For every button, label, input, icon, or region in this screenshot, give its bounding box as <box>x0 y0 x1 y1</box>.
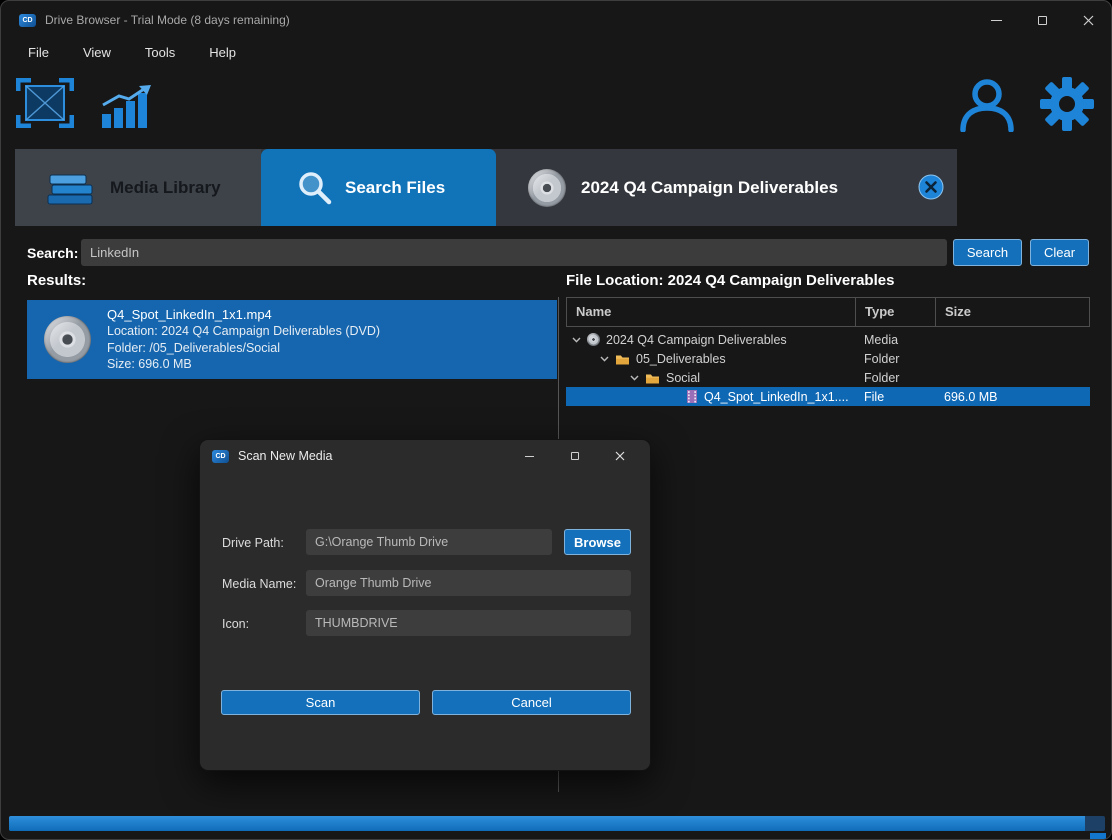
chart-icon[interactable] <box>100 84 152 133</box>
dialog-title: Scan New Media <box>238 449 333 463</box>
tab-media-library[interactable]: Media Library <box>15 149 261 226</box>
menu-file[interactable]: File <box>28 45 49 60</box>
scan-media-icon[interactable] <box>16 78 74 133</box>
dialog-titlebar: CD Scan New Media <box>200 440 650 472</box>
result-item[interactable]: Q4_Spot_LinkedIn_1x1.mp4 Location: 2024 … <box>27 300 557 379</box>
search-input[interactable] <box>81 239 947 266</box>
scan-new-media-dialog: CD Scan New Media Drive Path: Browse Med… <box>199 439 651 771</box>
drive-path-input[interactable] <box>306 529 552 555</box>
column-header-size[interactable]: Size <box>936 298 1089 326</box>
window-title: Drive Browser - Trial Mode (8 days remai… <box>45 13 290 27</box>
disc-icon <box>528 169 566 207</box>
result-folder: Folder: /05_Deliverables/Social <box>107 340 380 357</box>
result-filename: Q4_Spot_LinkedIn_1x1.mp4 <box>107 307 380 324</box>
minimize-icon <box>991 20 1002 21</box>
expander-icon[interactable] <box>630 375 639 381</box>
titlebar: CD Drive Browser - Trial Mode (8 days re… <box>1 1 1111 39</box>
dialog-maximize-button[interactable] <box>552 440 597 472</box>
table-header: Name Type Size <box>566 297 1090 327</box>
tree-row-type: Folder <box>855 371 935 385</box>
window-controls <box>973 1 1111 39</box>
browse-button[interactable]: Browse <box>564 529 631 555</box>
column-header-type[interactable]: Type <box>856 298 936 326</box>
app-logo-icon: CD <box>212 450 229 463</box>
app-logo-text: CD <box>215 453 225 460</box>
results-label: Results: <box>27 272 86 289</box>
icon-label: Icon: <box>222 617 249 631</box>
result-location: Location: 2024 Q4 Campaign Deliverables … <box>107 323 380 340</box>
tree-row[interactable]: 05_Deliverables Folder <box>566 349 1090 368</box>
user-profile-icon[interactable] <box>958 78 1016 137</box>
tab-disc[interactable]: 2024 Q4 Campaign Deliverables <box>496 149 957 226</box>
tab-close-button[interactable] <box>918 174 944 200</box>
media-file-icon <box>686 390 698 403</box>
media-name-input[interactable] <box>306 570 631 596</box>
search-label: Search: <box>27 245 78 261</box>
books-icon <box>45 170 95 206</box>
maximize-icon <box>571 452 579 460</box>
tree-row-label: 2024 Q4 Campaign Deliverables <box>606 333 787 347</box>
tree-row-label: Q4_Spot_LinkedIn_1x1.... <box>704 390 849 404</box>
tree-row-selected[interactable]: Q4_Spot_LinkedIn_1x1.... File 696.0 MB <box>566 387 1090 406</box>
tree-row-size: 696.0 MB <box>935 390 1090 404</box>
dialog-window-controls <box>507 440 650 472</box>
clear-button[interactable]: Clear <box>1030 239 1089 266</box>
column-header-name[interactable]: Name <box>567 298 856 326</box>
tab-search-files-label: Search Files <box>345 178 445 198</box>
file-location-table: Name Type Size 2024 Q4 Campaign Delivera… <box>566 297 1090 406</box>
expander-icon[interactable] <box>600 356 609 362</box>
dialog-close-button[interactable] <box>597 440 642 472</box>
tree-row-label: Social <box>666 371 700 385</box>
tab-search-files[interactable]: Search Files <box>261 149 496 226</box>
tab-close-icon <box>918 174 944 200</box>
minimize-icon <box>525 456 534 457</box>
expander-icon[interactable] <box>572 337 581 343</box>
maximize-button[interactable] <box>1019 1 1065 39</box>
tab-strip: Media Library Search Files 2024 Q4 Campa… <box>15 149 957 226</box>
maximize-icon <box>1038 16 1047 25</box>
tree-row-label: 05_Deliverables <box>636 352 726 366</box>
progress-bar <box>9 816 1105 831</box>
folder-icon <box>615 353 630 365</box>
tab-disc-label: 2024 Q4 Campaign Deliverables <box>581 178 838 198</box>
resize-grip[interactable] <box>1090 833 1106 840</box>
file-location-title: File Location: 2024 Q4 Campaign Delivera… <box>566 272 894 289</box>
tree-row[interactable]: Social Folder <box>566 368 1090 387</box>
tree-row-type: Folder <box>855 352 935 366</box>
app-logo-text: CD <box>22 17 32 24</box>
tree-row-type: File <box>855 390 935 404</box>
app-window: CD Drive Browser - Trial Mode (8 days re… <box>0 0 1112 840</box>
tab-media-library-label: Media Library <box>110 178 221 198</box>
tree-row[interactable]: 2024 Q4 Campaign Deliverables Media <box>566 330 1090 349</box>
menu-bar: File View Tools Help <box>1 39 1111 65</box>
disc-icon <box>44 316 91 363</box>
media-name-label: Media Name: <box>222 577 296 591</box>
tree-row-type: Media <box>855 333 935 347</box>
scan-button[interactable]: Scan <box>221 690 420 715</box>
drive-path-label: Drive Path: <box>222 536 284 550</box>
dialog-minimize-button[interactable] <box>507 440 552 472</box>
menu-tools[interactable]: Tools <box>145 45 175 60</box>
result-size: Size: 696.0 MB <box>107 356 380 373</box>
tree-rows: 2024 Q4 Campaign Deliverables Media 05_D… <box>566 330 1090 406</box>
folder-icon <box>645 372 660 384</box>
close-icon <box>615 451 625 461</box>
disc-icon <box>587 333 600 346</box>
app-logo-icon: CD <box>19 14 36 27</box>
close-icon <box>1083 15 1094 26</box>
magnifier-icon <box>296 170 332 206</box>
minimize-button[interactable] <box>973 1 1019 39</box>
progress-fill <box>9 816 1085 831</box>
settings-gear-icon[interactable] <box>1039 76 1095 137</box>
cancel-button[interactable]: Cancel <box>432 690 631 715</box>
result-text: Q4_Spot_LinkedIn_1x1.mp4 Location: 2024 … <box>107 307 380 373</box>
menu-help[interactable]: Help <box>209 45 236 60</box>
icon-input[interactable] <box>306 610 631 636</box>
search-button[interactable]: Search <box>953 239 1022 266</box>
menu-view[interactable]: View <box>83 45 111 60</box>
close-button[interactable] <box>1065 1 1111 39</box>
